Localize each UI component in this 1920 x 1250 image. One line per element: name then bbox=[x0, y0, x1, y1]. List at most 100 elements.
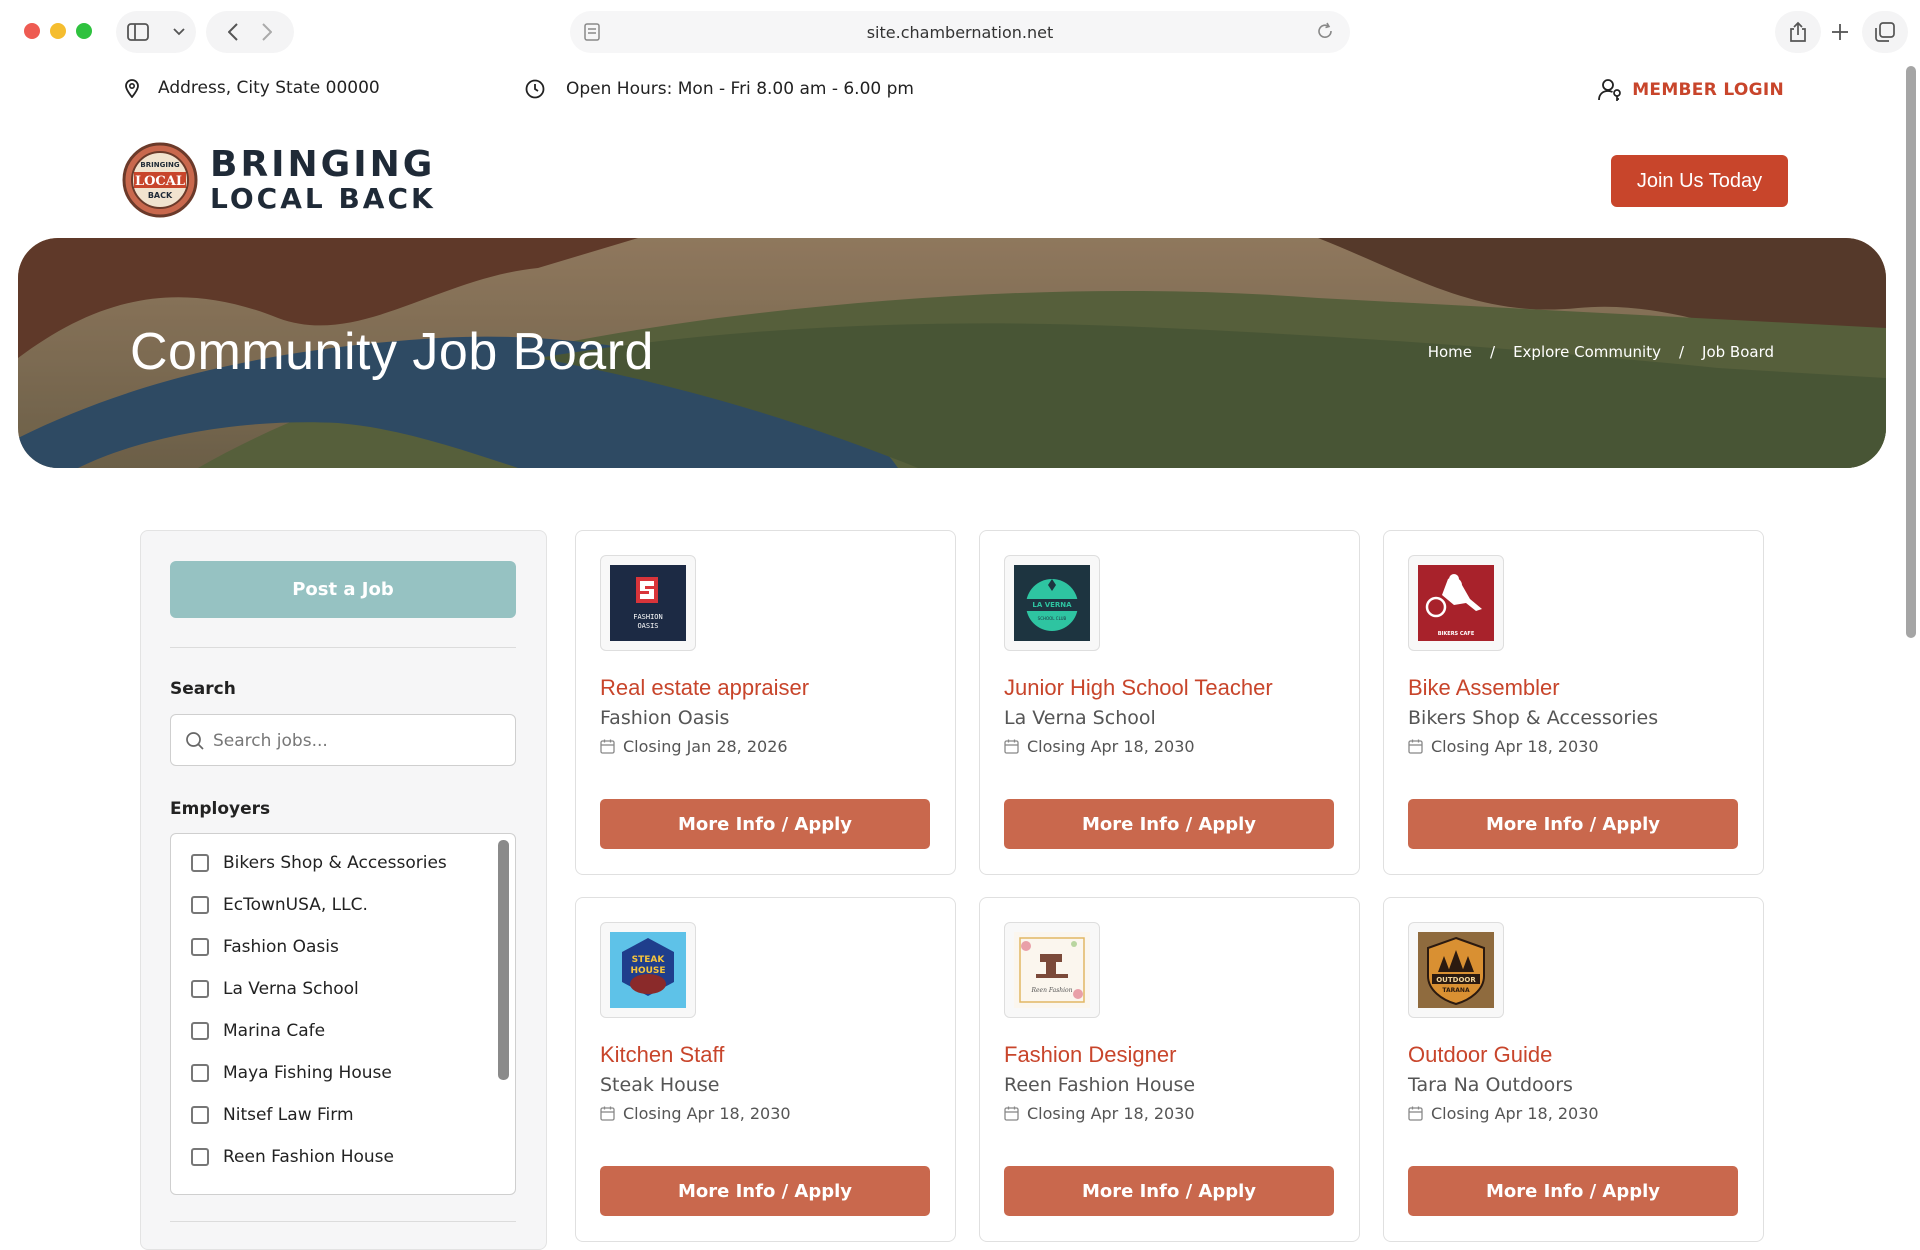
search-input[interactable] bbox=[213, 727, 503, 755]
top-info-bar: Address, City State 00000 Open Hours: Mo… bbox=[0, 78, 1900, 106]
close-window-button[interactable] bbox=[24, 23, 40, 39]
closing-date: Closing Apr 18, 2030 bbox=[1004, 737, 1195, 756]
tab-overview-button[interactable] bbox=[1862, 11, 1908, 53]
breadcrumb-explore-community[interactable]: Explore Community bbox=[1513, 343, 1661, 361]
search-label: Search bbox=[170, 679, 236, 699]
logo-line-1: BRINGING bbox=[210, 144, 436, 185]
employer-option[interactable]: Bikers Shop & Accessories bbox=[191, 853, 447, 873]
history-nav bbox=[206, 11, 294, 53]
logo-badge: BRINGING LOCAL BACK bbox=[122, 142, 198, 218]
forward-icon[interactable] bbox=[262, 23, 272, 41]
job-title-link[interactable]: Bike Assembler bbox=[1408, 675, 1560, 701]
more-info-apply-button[interactable]: More Info / Apply bbox=[600, 1166, 930, 1216]
company-name: Steak House bbox=[600, 1074, 720, 1096]
company-name: Reen Fashion House bbox=[1004, 1074, 1196, 1096]
breadcrumb-home[interactable]: Home bbox=[1428, 343, 1472, 361]
back-icon[interactable] bbox=[228, 23, 238, 41]
tabs-icon bbox=[1875, 22, 1895, 42]
page-scrollbar[interactable] bbox=[1906, 66, 1916, 638]
minimize-window-button[interactable] bbox=[50, 23, 66, 39]
breadcrumb-current: Job Board bbox=[1702, 343, 1774, 361]
new-tab-button[interactable] bbox=[1817, 11, 1863, 53]
reen-fashion-logo-icon: Reen Fashion bbox=[1014, 932, 1090, 1008]
hours-text: Open Hours: Mon - Fri 8.00 am - 6.00 pm bbox=[566, 79, 914, 99]
job-card: STEAK HOUSE Kitchen Staff Steak House Cl… bbox=[575, 897, 956, 1242]
checkbox[interactable] bbox=[191, 854, 209, 872]
employer-list-scrollbar[interactable] bbox=[498, 840, 509, 1080]
address-bar[interactable]: site.chambernation.net bbox=[570, 11, 1350, 53]
company-name: Tara Na Outdoors bbox=[1408, 1074, 1573, 1096]
employer-option[interactable]: Marina Cafe bbox=[191, 1021, 325, 1041]
company-logo: OUTDOOR TARANA bbox=[1408, 922, 1504, 1018]
checkbox[interactable] bbox=[191, 1148, 209, 1166]
share-icon bbox=[1790, 21, 1806, 42]
job-title-link[interactable]: Junior High School Teacher bbox=[1004, 675, 1273, 701]
job-title-link[interactable]: Real estate appraiser bbox=[600, 675, 809, 701]
checkbox[interactable] bbox=[191, 980, 209, 998]
job-card: FASHION OASIS Real estate appraiser Fash… bbox=[575, 530, 956, 875]
employer-label: Reen Fashion House bbox=[223, 1147, 394, 1167]
checkbox[interactable] bbox=[191, 938, 209, 956]
calendar-icon bbox=[600, 739, 615, 754]
more-info-apply-button[interactable]: More Info / Apply bbox=[600, 799, 930, 849]
employer-option[interactable]: Reen Fashion House bbox=[191, 1147, 394, 1167]
job-title-link[interactable]: Fashion Designer bbox=[1004, 1042, 1176, 1068]
svg-text:OUTDOOR: OUTDOOR bbox=[1436, 976, 1476, 984]
outdoor-tarana-logo-icon: OUTDOOR TARANA bbox=[1418, 932, 1494, 1008]
closing-text: Closing Apr 18, 2030 bbox=[1431, 737, 1599, 756]
join-us-button[interactable]: Join Us Today bbox=[1611, 155, 1788, 207]
company-logo: FASHION OASIS bbox=[600, 555, 696, 651]
plus-icon bbox=[1832, 24, 1848, 40]
checkbox[interactable] bbox=[191, 1064, 209, 1082]
employer-label: EcTownUSA, LLC. bbox=[223, 895, 368, 915]
calendar-icon bbox=[600, 1106, 615, 1121]
more-info-apply-button[interactable]: More Info / Apply bbox=[1408, 1166, 1738, 1216]
checkbox[interactable] bbox=[191, 1022, 209, 1040]
site-logo[interactable]: BRINGING LOCAL BACK BRINGING LOCAL BACK bbox=[122, 142, 436, 218]
employer-option[interactable]: La Verna School bbox=[191, 979, 359, 999]
zoom-window-button[interactable] bbox=[76, 23, 92, 39]
member-login-label: MEMBER LOGIN bbox=[1632, 80, 1784, 100]
svg-text:STEAK: STEAK bbox=[632, 955, 666, 965]
employer-option[interactable]: EcTownUSA, LLC. bbox=[191, 895, 368, 915]
svg-text:Reen Fashion: Reen Fashion bbox=[1030, 987, 1072, 994]
reload-icon[interactable] bbox=[1316, 22, 1334, 40]
more-info-apply-button[interactable]: More Info / Apply bbox=[1004, 1166, 1334, 1216]
checkbox[interactable] bbox=[191, 1106, 209, 1124]
employer-option[interactable]: Fashion Oasis bbox=[191, 937, 339, 957]
post-job-button[interactable]: Post a Job bbox=[170, 561, 516, 618]
company-name: Bikers Shop & Accessories bbox=[1408, 707, 1659, 729]
clock-icon bbox=[525, 79, 545, 99]
closing-date: Closing Apr 18, 2030 bbox=[600, 1104, 791, 1123]
more-info-apply-button[interactable]: More Info / Apply bbox=[1408, 799, 1738, 849]
member-login-link[interactable]: MEMBER LOGIN bbox=[1598, 78, 1784, 102]
breadcrumb-separator: / bbox=[1678, 343, 1685, 361]
calendar-icon bbox=[1408, 1106, 1423, 1121]
job-card: BIKERS CAFE Bike Assembler Bikers Shop &… bbox=[1383, 530, 1764, 875]
url-text: site.chambernation.net bbox=[866, 22, 1054, 42]
closing-date: Closing Apr 18, 2030 bbox=[1004, 1104, 1195, 1123]
employer-label: Fashion Oasis bbox=[223, 937, 339, 957]
employers-label: Employers bbox=[170, 799, 271, 819]
hours-info: Open Hours: Mon - Fri 8.00 am - 6.00 pm bbox=[524, 78, 914, 100]
employer-label: Bikers Shop & Accessories bbox=[223, 853, 447, 873]
company-logo: BIKERS CAFE bbox=[1408, 555, 1504, 651]
closing-text: Closing Apr 18, 2030 bbox=[1027, 737, 1195, 756]
svg-text:HOUSE: HOUSE bbox=[630, 966, 665, 976]
job-title-link[interactable]: Kitchen Staff bbox=[600, 1042, 724, 1068]
sidebar-toggle-button[interactable] bbox=[116, 11, 196, 53]
search-field[interactable] bbox=[170, 714, 516, 766]
more-info-apply-button[interactable]: More Info / Apply bbox=[1004, 799, 1334, 849]
closing-text: Closing Apr 18, 2030 bbox=[1431, 1104, 1599, 1123]
employer-option[interactable]: Nitsef Law Firm bbox=[191, 1105, 354, 1125]
closing-text: Closing Apr 18, 2030 bbox=[1027, 1104, 1195, 1123]
employer-filter-list[interactable]: Bikers Shop & Accessories EcTownUSA, LLC… bbox=[170, 833, 516, 1195]
employer-label: Nitsef Law Firm bbox=[223, 1105, 354, 1125]
page-icon bbox=[584, 23, 600, 41]
company-logo: LA VERNA SCHOOL CLUB bbox=[1004, 555, 1100, 651]
employer-option[interactable]: Maya Fishing House bbox=[191, 1063, 392, 1083]
checkbox[interactable] bbox=[191, 896, 209, 914]
share-button[interactable] bbox=[1775, 11, 1821, 53]
job-title-link[interactable]: Outdoor Guide bbox=[1408, 1042, 1552, 1068]
employer-label: Marina Cafe bbox=[223, 1021, 326, 1041]
